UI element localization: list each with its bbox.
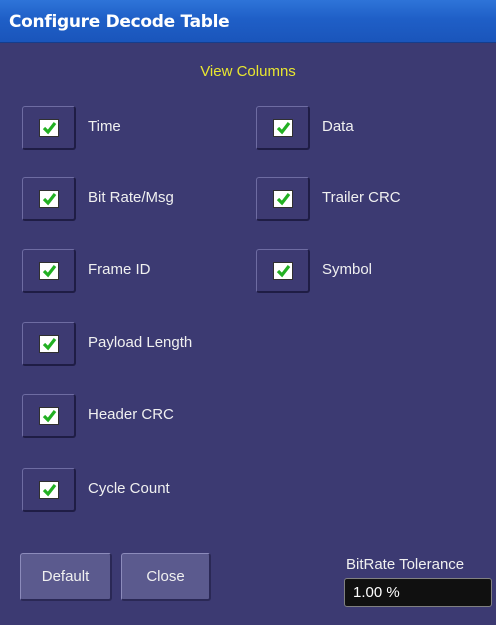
configure-decode-table-dialog: Configure Decode Table View Columns Time… bbox=[0, 0, 496, 625]
checkbox-label-bit-rate-msg: Bit Rate/Msg bbox=[88, 189, 174, 206]
checkbox-indicator bbox=[273, 262, 293, 280]
checkbox-header-crc[interactable] bbox=[22, 394, 76, 438]
checkbox-indicator bbox=[39, 407, 59, 425]
checkbox-label-symbol: Symbol bbox=[322, 261, 373, 278]
bitrate-tolerance-input[interactable]: 1.00 % bbox=[344, 578, 492, 607]
checkbox-indicator bbox=[39, 190, 59, 208]
checkbox-indicator bbox=[39, 481, 59, 499]
checkbox-indicator bbox=[39, 119, 59, 137]
title-bar[interactable]: Configure Decode Table bbox=[0, 0, 496, 43]
checkbox-bit-rate-msg[interactable] bbox=[22, 177, 76, 221]
checkmark-icon bbox=[42, 410, 57, 423]
view-columns-heading: View Columns bbox=[200, 63, 296, 80]
checkmark-icon bbox=[42, 484, 57, 497]
checkmark-icon bbox=[276, 193, 291, 206]
checkbox-label-cycle-count: Cycle Count bbox=[88, 480, 170, 497]
checkbox-indicator bbox=[273, 190, 293, 208]
checkmark-icon bbox=[42, 122, 57, 135]
checkmark-icon bbox=[42, 193, 57, 206]
checkbox-label-trailer-crc: Trailer CRC bbox=[322, 189, 401, 206]
checkbox-indicator bbox=[273, 119, 293, 137]
dialog-title: Configure Decode Table bbox=[9, 12, 230, 32]
checkmark-icon bbox=[42, 265, 57, 278]
default-button[interactable]: Default bbox=[20, 553, 112, 601]
checkmark-icon bbox=[276, 122, 291, 135]
checkbox-trailer-crc[interactable] bbox=[256, 177, 310, 221]
checkbox-label-time: Time bbox=[88, 118, 121, 135]
checkbox-data[interactable] bbox=[256, 106, 310, 150]
checkbox-indicator bbox=[39, 262, 59, 280]
checkbox-symbol[interactable] bbox=[256, 249, 310, 293]
checkbox-label-frame-id: Frame ID bbox=[88, 261, 151, 278]
checkbox-label-header-crc: Header CRC bbox=[88, 406, 174, 423]
checkbox-label-payload-length: Payload Length bbox=[88, 334, 193, 351]
checkbox-indicator bbox=[39, 335, 59, 353]
checkbox-frame-id[interactable] bbox=[22, 249, 76, 293]
bitrate-tolerance-label: BitRate Tolerance bbox=[346, 556, 465, 573]
checkmark-icon bbox=[42, 338, 57, 351]
close-button[interactable]: Close bbox=[121, 553, 211, 601]
checkbox-cycle-count[interactable] bbox=[22, 468, 76, 512]
checkbox-time[interactable] bbox=[22, 106, 76, 150]
checkbox-label-data: Data bbox=[322, 118, 354, 135]
checkbox-payload-length[interactable] bbox=[22, 322, 76, 366]
checkmark-icon bbox=[276, 265, 291, 278]
